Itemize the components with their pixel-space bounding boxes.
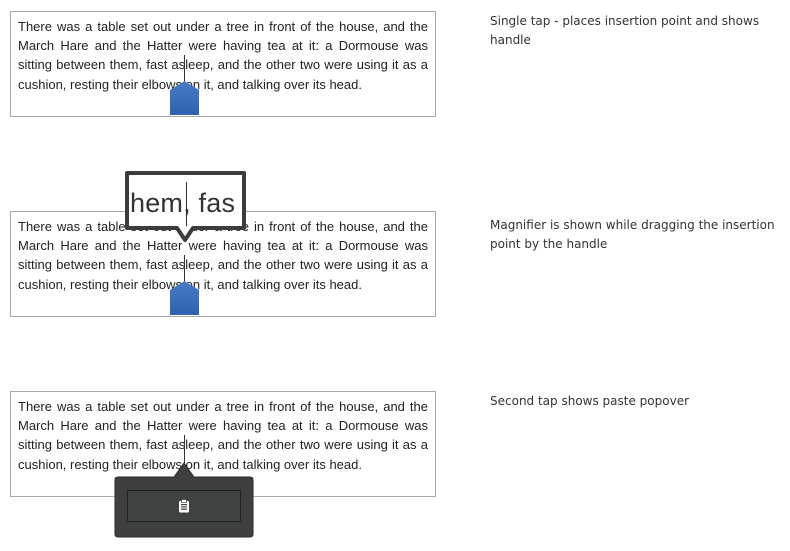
caption-panel-3: Second tap shows paste popover [490, 394, 690, 408]
text-area-panel-1[interactable]: There was a table set out under a tree i… [10, 11, 436, 117]
clipboard-paste-icon [179, 499, 189, 513]
paste-button[interactable] [127, 490, 241, 522]
passage-text: There was a table set out under a tree i… [18, 19, 428, 92]
insertion-handle[interactable] [170, 81, 199, 115]
caption-panel-2: Magnifier is shown while dragging the in… [490, 218, 775, 251]
caption-panel-1: Single tap - places insertion point and … [490, 14, 760, 47]
magnifier-caret [186, 182, 187, 226]
insertion-handle[interactable] [170, 281, 199, 315]
